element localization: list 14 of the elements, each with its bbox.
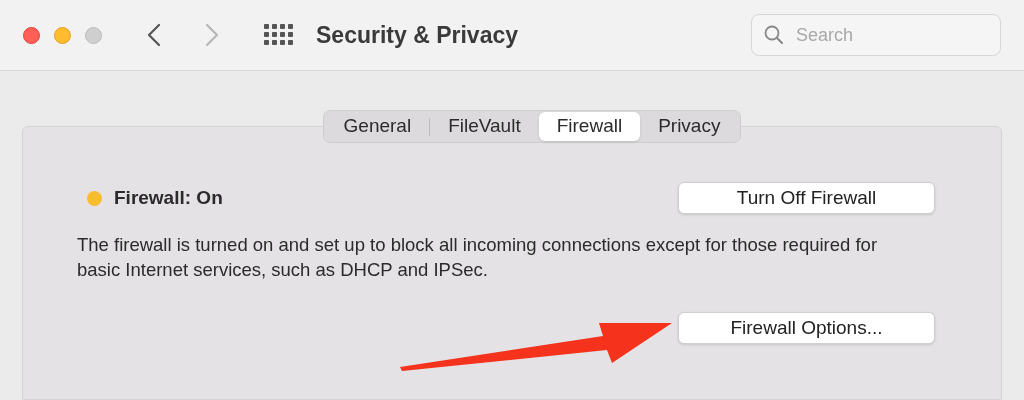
firewall-status: Firewall: On (114, 185, 223, 210)
firewall-description: The firewall is turned on and set up to block all incoming connections except for those required for basic Internet services, such as DHCP and IPSec. (77, 233, 879, 282)
turn-off-firewall-button[interactable]: Turn Off Firewall (678, 182, 935, 214)
firewall-options-button[interactable]: Firewall Options... (678, 312, 935, 344)
search-icon (764, 25, 784, 45)
close-button[interactable] (23, 26, 40, 44)
search-field[interactable]: Search (751, 14, 1001, 56)
tab[interactable]: Privacy (640, 112, 739, 141)
minimize-button[interactable] (54, 26, 71, 44)
window-title: Security & Privacy (316, 20, 518, 50)
tab[interactable]: Firewall (538, 112, 641, 141)
grid-icon[interactable] (264, 24, 294, 46)
tab[interactable]: General (325, 112, 430, 141)
tab[interactable]: FileVault (430, 112, 539, 141)
